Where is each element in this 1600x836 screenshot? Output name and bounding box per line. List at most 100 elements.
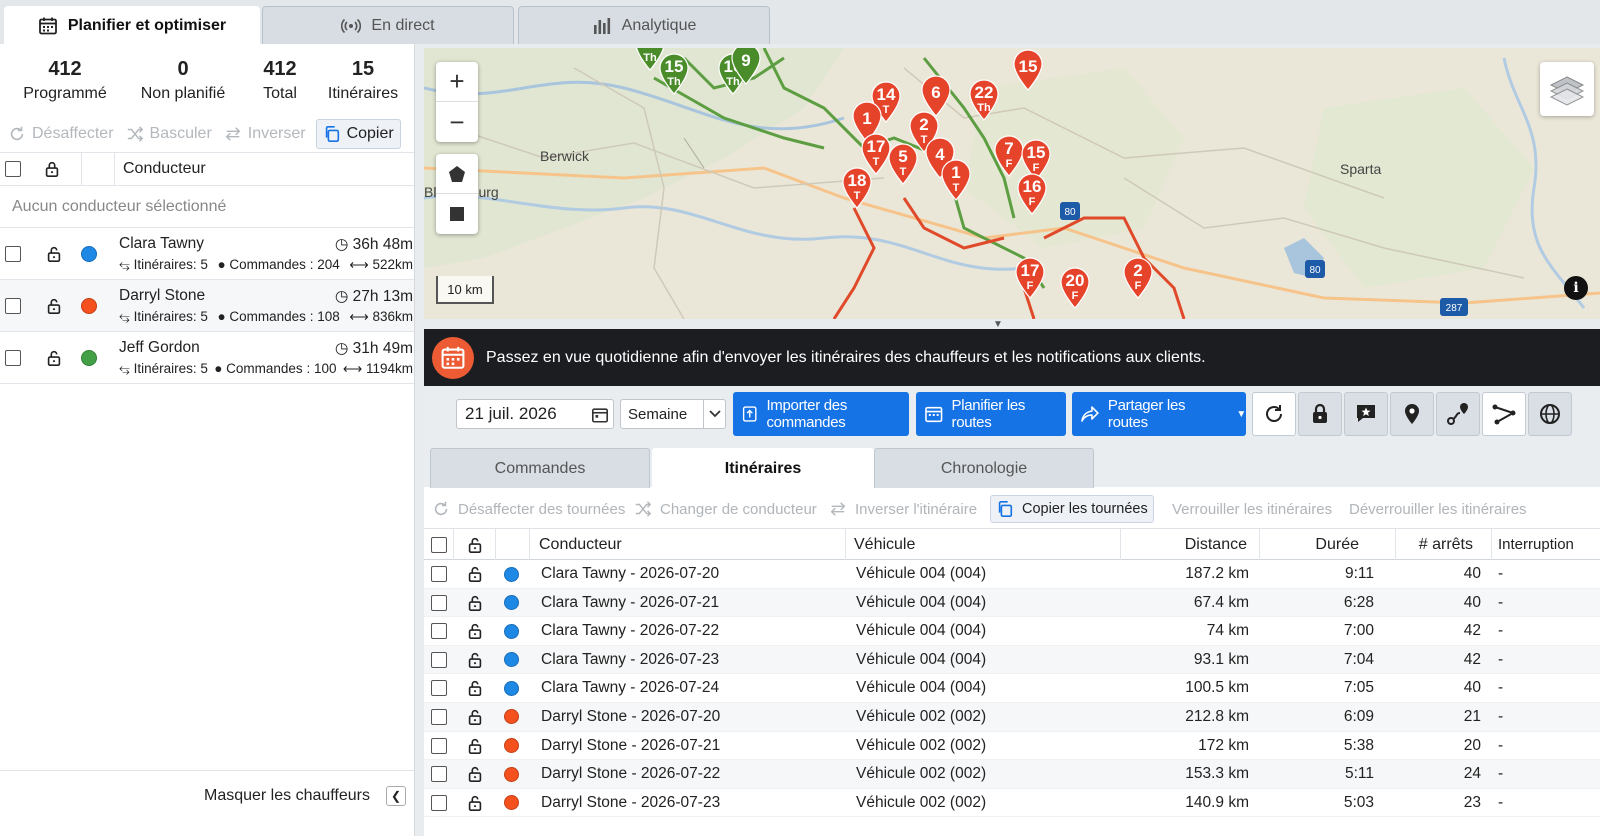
table-row[interactable]: Clara Tawny - 2026-07-23 Véhicule 004 (0… xyxy=(424,645,1600,675)
driver-duration: ◷ 31h 49m xyxy=(334,339,413,357)
driver-item[interactable]: Jeff Gordon ◷ 31h 49m ⥃ Itinéraires: 5 ● C… xyxy=(0,332,414,384)
driver-checkbox[interactable] xyxy=(5,297,21,314)
unassign-button[interactable]: Désaffecter xyxy=(6,119,124,149)
row-checkbox[interactable] xyxy=(431,623,447,640)
highway-shield: 80 xyxy=(1060,202,1080,220)
polygon-icon[interactable] xyxy=(436,154,478,194)
location-button[interactable] xyxy=(1390,392,1434,436)
table-row[interactable]: Clara Tawny - 2026-07-22 Véhicule 004 (0… xyxy=(424,617,1600,646)
square-icon[interactable] xyxy=(436,194,478,234)
layers-icon[interactable] xyxy=(1540,62,1594,116)
row-checkbox[interactable] xyxy=(431,566,447,582)
unlock-icon[interactable] xyxy=(45,349,63,367)
invert-button[interactable]: Inverser xyxy=(222,119,316,149)
date-picker[interactable]: 21 juil. 2026 xyxy=(456,399,614,429)
unlock-icon[interactable] xyxy=(466,536,484,554)
driver-checkbox[interactable] xyxy=(5,349,21,366)
hide-drivers-toggle[interactable]: Masquer les chauffeurs ❮ xyxy=(0,770,414,820)
cell-distance: 74 km xyxy=(1206,622,1249,640)
column-driver[interactable]: Conducteur xyxy=(530,529,846,560)
import-orders-button[interactable]: Importer des commandes xyxy=(733,392,909,436)
tab-live[interactable]: En direct xyxy=(262,6,514,44)
select-all-checkbox[interactable] xyxy=(5,161,21,177)
refresh-button[interactable] xyxy=(1252,392,1296,436)
unlock-icon[interactable] xyxy=(466,794,484,812)
column-vehicle[interactable]: Véhicule xyxy=(846,529,1121,560)
zoom-in-button[interactable]: + xyxy=(436,62,478,102)
calendar-icon[interactable] xyxy=(591,406,609,424)
cell-distance: 212.8 km xyxy=(1185,707,1249,725)
route-path-button[interactable] xyxy=(1482,392,1526,436)
tab-analytics[interactable]: Analytique xyxy=(518,6,770,44)
table-row[interactable]: Darryl Stone - 2026-07-20 Véhicule 002 (… xyxy=(424,702,1600,732)
tab-plan-optimize[interactable]: Planifier et optimiser xyxy=(4,6,260,45)
plan-routes-button[interactable]: Planifier les routes xyxy=(916,392,1066,436)
column-stops[interactable]: # arrêts xyxy=(1396,529,1492,560)
tab-orders[interactable]: Commandes xyxy=(430,448,650,488)
unlock-icon[interactable] xyxy=(45,245,63,263)
row-checkbox[interactable] xyxy=(431,766,447,783)
driver-info: Darryl Stone ◷ 27h 13m ⥃ Itinéraires: 5 ● … xyxy=(119,287,413,325)
column-distance[interactable]: Distance xyxy=(1121,529,1260,560)
lock-button[interactable] xyxy=(1298,392,1342,436)
info-icon[interactable]: i xyxy=(1564,276,1588,300)
cell-stops: 21 xyxy=(1463,707,1481,725)
switch-button[interactable]: Basculer xyxy=(124,119,222,149)
unassign-routes-button[interactable]: Désaffecter des tournées xyxy=(432,495,625,523)
row-checkbox[interactable] xyxy=(431,708,447,725)
table-row[interactable]: Clara Tawny - 2026-07-20 Véhicule 004 (0… xyxy=(424,560,1600,589)
lock-routes-button[interactable]: Verrouiller les itinéraires xyxy=(1172,495,1332,523)
cell-vehicle: Véhicule 004 (004) xyxy=(856,565,987,582)
map-pin-day: Th xyxy=(977,102,991,114)
route-button[interactable] xyxy=(1436,392,1480,436)
select-all-checkbox[interactable] xyxy=(430,536,447,553)
unlock-icon[interactable] xyxy=(466,565,484,583)
unlock-icon[interactable] xyxy=(466,737,484,755)
map-pin-day: F xyxy=(1033,162,1040,174)
unlock-icon[interactable] xyxy=(466,622,484,640)
row-checkbox[interactable] xyxy=(431,594,447,611)
map-pin-day: T xyxy=(854,190,861,202)
panel-resize-handle[interactable]: ▼ xyxy=(988,319,1008,330)
lock-icon[interactable] xyxy=(43,160,61,178)
map-pin-number: 17 xyxy=(1021,261,1040,280)
place-label: Berwick xyxy=(540,148,590,164)
table-row[interactable]: Clara Tawny - 2026-07-21 Véhicule 004 (0… xyxy=(424,588,1600,618)
unlock-icon[interactable] xyxy=(466,708,484,726)
tab-timeline[interactable]: Chronologie xyxy=(874,448,1094,488)
zoom-out-button[interactable]: − xyxy=(436,102,478,142)
row-checkbox[interactable] xyxy=(431,651,447,668)
place-label: Sparta xyxy=(1340,161,1381,177)
globe-button[interactable] xyxy=(1528,392,1572,436)
row-checkbox[interactable] xyxy=(431,794,447,811)
column-duration[interactable]: Durée xyxy=(1260,529,1396,560)
tab-routes[interactable]: Itinéraires xyxy=(652,448,874,488)
unlock-icon[interactable] xyxy=(466,679,484,697)
copy-routes-button[interactable]: Copier les tournées xyxy=(990,495,1154,523)
period-select[interactable]: Semaine xyxy=(620,399,726,429)
row-lock-cell xyxy=(466,646,486,674)
invert-route-button[interactable]: Inverser l'itinéraire xyxy=(829,495,977,523)
table-row[interactable]: Darryl Stone - 2026-07-22 Véhicule 002 (… xyxy=(424,760,1600,789)
driver-item[interactable]: Darryl Stone ◷ 27h 13m ⥃ Itinéraires: 5 ● … xyxy=(0,280,414,332)
chevron-left-icon[interactable]: ❮ xyxy=(386,785,406,806)
row-checkbox[interactable] xyxy=(431,680,447,697)
row-checkbox[interactable] xyxy=(431,737,447,754)
share-routes-button[interactable]: Partager les routes ▼ xyxy=(1072,392,1246,436)
unlock-icon[interactable] xyxy=(466,594,484,612)
row-color-cell xyxy=(504,789,524,817)
table-row[interactable]: Darryl Stone - 2026-07-23 Véhicule 002 (… xyxy=(424,789,1600,818)
unlock-routes-button[interactable]: Déverrouiller les itinéraires xyxy=(1349,495,1527,523)
driver-item[interactable]: Clara Tawny ◷ 36h 48m ⥃ Itinéraires: 5 ● C… xyxy=(0,228,414,280)
change-driver-button[interactable]: Changer de conducteur xyxy=(634,495,817,523)
unlock-icon[interactable] xyxy=(466,651,484,669)
driver-checkbox[interactable] xyxy=(5,245,21,262)
unlock-icon[interactable] xyxy=(466,765,484,783)
notes-button[interactable] xyxy=(1344,392,1388,436)
copy-button[interactable]: Copier xyxy=(315,119,401,149)
column-break[interactable]: Interruption xyxy=(1492,529,1600,560)
table-row[interactable]: Clara Tawny - 2026-07-24 Véhicule 004 (0… xyxy=(424,674,1600,703)
route-map[interactable]: 80 80 287 Berwick Bloomsburg Sparta 13Th… xyxy=(424,48,1600,319)
unlock-icon[interactable] xyxy=(45,297,63,315)
table-row[interactable]: Darryl Stone - 2026-07-21 Véhicule 002 (… xyxy=(424,732,1600,761)
